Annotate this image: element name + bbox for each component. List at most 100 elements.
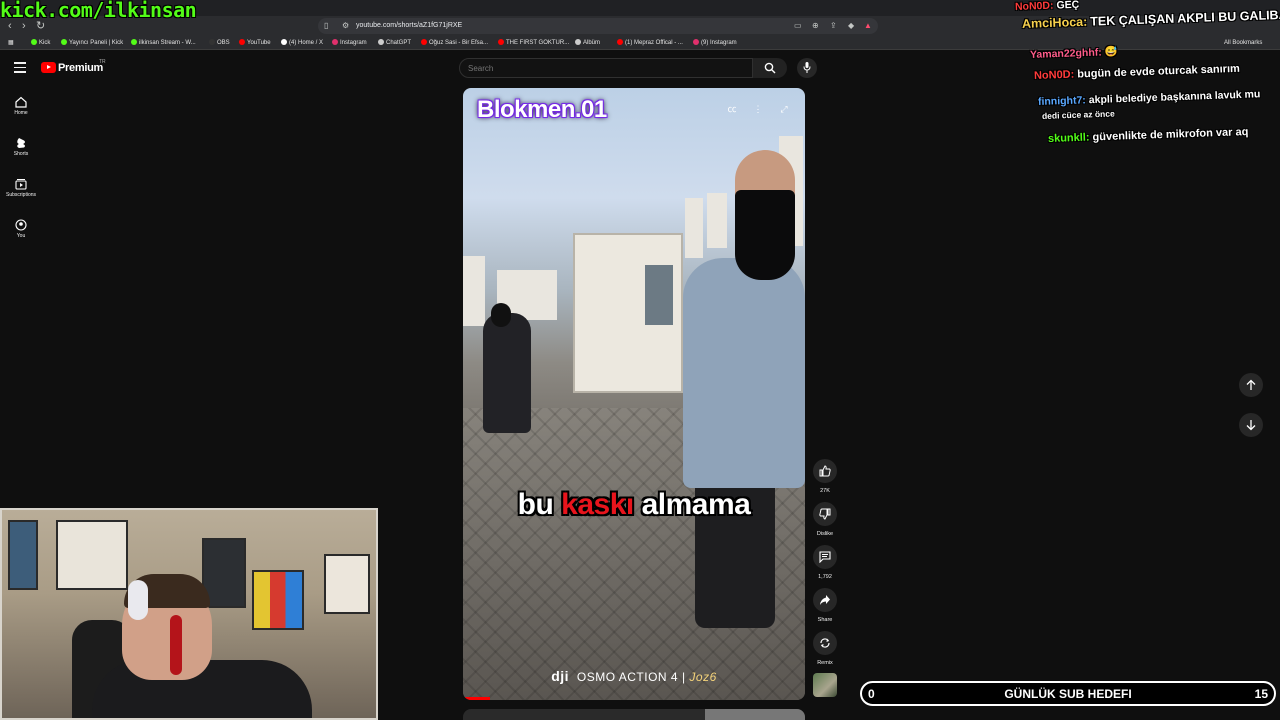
- cast-icon[interactable]: ▭: [794, 20, 802, 32]
- search-button[interactable]: [753, 58, 787, 78]
- guard-face-mask: [735, 190, 795, 280]
- wall-poster: [8, 520, 38, 590]
- thumbs-up-icon: [819, 465, 831, 477]
- mic-icon: [803, 62, 811, 73]
- voice-search-button[interactable]: [797, 58, 817, 78]
- share-arrow-icon: [820, 595, 830, 605]
- like-count: 27K: [820, 488, 830, 494]
- youtube-premium-label[interactable]: Premium: [58, 62, 103, 74]
- menu-icon[interactable]: [14, 62, 26, 73]
- site-info-icon[interactable]: ⚙: [342, 20, 349, 32]
- background-building: [707, 193, 727, 248]
- share-icon[interactable]: ⇪: [830, 20, 837, 32]
- chat-message: NoN0D: GEÇ: [1014, 0, 1080, 13]
- zoom-icon[interactable]: ⊕: [812, 20, 819, 32]
- dislike-button[interactable]: Dislike: [813, 502, 837, 537]
- arrow-down-icon: [1246, 420, 1256, 431]
- sound-thumbnail[interactable]: [813, 673, 837, 697]
- subscriptions-icon: [15, 179, 27, 190]
- camera-model: OSMO ACTION 4: [576, 670, 679, 684]
- sidebar-label: Home: [14, 110, 28, 116]
- bookmark-item[interactable]: (4) Home / X: [281, 38, 323, 48]
- you-icon: [15, 219, 27, 231]
- sub-goal-title: GÜNLÜK SUB HEDEFI: [1004, 687, 1132, 701]
- bookmark-item[interactable]: Oğuz Sasi - Bir Efsa...: [421, 38, 488, 48]
- channel-tag: Blokmen.01: [477, 96, 607, 123]
- search-icon: [764, 62, 776, 74]
- like-button[interactable]: 27K: [813, 459, 837, 494]
- bookmark-item[interactable]: Albüm: [575, 38, 600, 48]
- video-progress-bar[interactable]: [463, 697, 491, 700]
- chat-message: dedi cüce az önce: [1041, 108, 1115, 121]
- bookmark-item[interactable]: (1) Mepraz Offical - ...: [617, 38, 683, 48]
- background-building: [463, 256, 485, 326]
- security-guard: [683, 258, 805, 488]
- microphone: [170, 615, 182, 675]
- video-subtitle: bu kaskı almama: [463, 488, 805, 522]
- share-button[interactable]: Share: [813, 588, 837, 623]
- sub-goal-target: 15: [1254, 687, 1268, 701]
- bookmark-icon[interactable]: ▯: [324, 20, 328, 32]
- search-input[interactable]: [459, 58, 753, 78]
- address-bar[interactable]: ▯ ⚙ youtube.com/shorts/aZ1fG71jRXE ▭ ⊕ ⇪…: [318, 18, 878, 34]
- bookmark-item[interactable]: YouTube: [239, 38, 271, 48]
- arrow-up-icon: [1246, 379, 1256, 390]
- sidebar-item-home[interactable]: Home: [0, 96, 42, 116]
- bookmark-item[interactable]: Instagram: [332, 38, 367, 48]
- home-icon: [15, 96, 27, 108]
- youtube-logo-icon[interactable]: [41, 62, 56, 73]
- anime-poster: [56, 520, 128, 590]
- apps-icon[interactable]: ▦: [8, 38, 14, 48]
- bookmark-item[interactable]: (9) Instagram: [693, 38, 737, 48]
- next-video-button[interactable]: [1239, 413, 1263, 437]
- stream-url-overlay: kick.com/ilkinsan: [0, 0, 197, 22]
- wall-poster: [324, 554, 370, 614]
- person-in-background: [483, 313, 531, 433]
- headset: [128, 580, 148, 620]
- spiderman-poster: [252, 570, 304, 630]
- sidebar-item-shorts[interactable]: Shorts: [0, 137, 42, 157]
- dislike-label: Dislike: [816, 531, 834, 537]
- comment-count: 1,792: [818, 574, 832, 580]
- dji-logo: dji: [551, 668, 570, 684]
- url-text[interactable]: youtube.com/shorts/aZ1fG71jRXE: [356, 20, 462, 32]
- comment-icon: [819, 551, 831, 563]
- sidebar-item-subscriptions[interactable]: Subscriptions: [0, 178, 42, 198]
- all-bookmarks[interactable]: All Bookmarks: [1224, 38, 1262, 48]
- fullscreen-icon[interactable]: ⤢: [777, 102, 791, 116]
- background-building: [685, 198, 703, 258]
- more-options-icon[interactable]: ⋮: [751, 102, 765, 116]
- bookmark-item[interactable]: ChatGPT: [378, 38, 411, 48]
- region-code: TR: [99, 59, 106, 65]
- share-label: Share: [817, 617, 833, 623]
- next-video-preview[interactable]: [463, 709, 805, 720]
- chat-message: finnight7: akpli belediye başkanına lavuk…: [1037, 88, 1261, 108]
- bookmark-item[interactable]: ilkinsan Stream - W...: [131, 38, 196, 48]
- sidebar-label: Subscriptions: [5, 192, 36, 198]
- sub-goal-bar: 0 GÜNLÜK SUB HEDEFI 15: [860, 681, 1276, 706]
- camera-watermark: dji OSMO ACTION 4 | Joz6: [551, 668, 717, 684]
- bookmark-item[interactable]: THE FIRST GOKTUR...: [498, 38, 569, 48]
- subtitle-highlight: kaskı: [561, 488, 634, 521]
- guard-booth: [573, 233, 683, 393]
- sidebar-label: You: [16, 233, 26, 239]
- streamer-webcam: [0, 508, 378, 720]
- thumbs-down-icon: [819, 508, 831, 520]
- previous-video-button[interactable]: [1239, 373, 1263, 397]
- subtitle-word: bu: [517, 488, 554, 521]
- shorts-icon: [17, 138, 25, 148]
- remix-label: Remix: [817, 660, 833, 666]
- comments-button[interactable]: 1,792: [813, 545, 837, 580]
- captions-icon[interactable]: ㏄: [725, 102, 739, 116]
- sidebar-label: Shorts: [13, 151, 29, 157]
- bookmark-item[interactable]: Yayıncı Paneli | Kick: [61, 38, 123, 48]
- bookmark-item[interactable]: OBS: [209, 38, 230, 48]
- chat-message: skunkll: güvenlikte de mikrofon var aq: [1047, 126, 1249, 145]
- sidebar-item-you[interactable]: You: [0, 219, 42, 239]
- remix-button[interactable]: Remix: [813, 631, 837, 666]
- shorts-video-player[interactable]: Blokmen.01 ㏄ ⋮ ⤢ bu kaskı almama dji OSM…: [463, 88, 805, 700]
- person-head: [491, 303, 511, 327]
- extension-icon[interactable]: ▲: [864, 20, 872, 32]
- bookmark-item[interactable]: Kick: [31, 38, 50, 48]
- shield-icon[interactable]: ◆: [848, 20, 854, 32]
